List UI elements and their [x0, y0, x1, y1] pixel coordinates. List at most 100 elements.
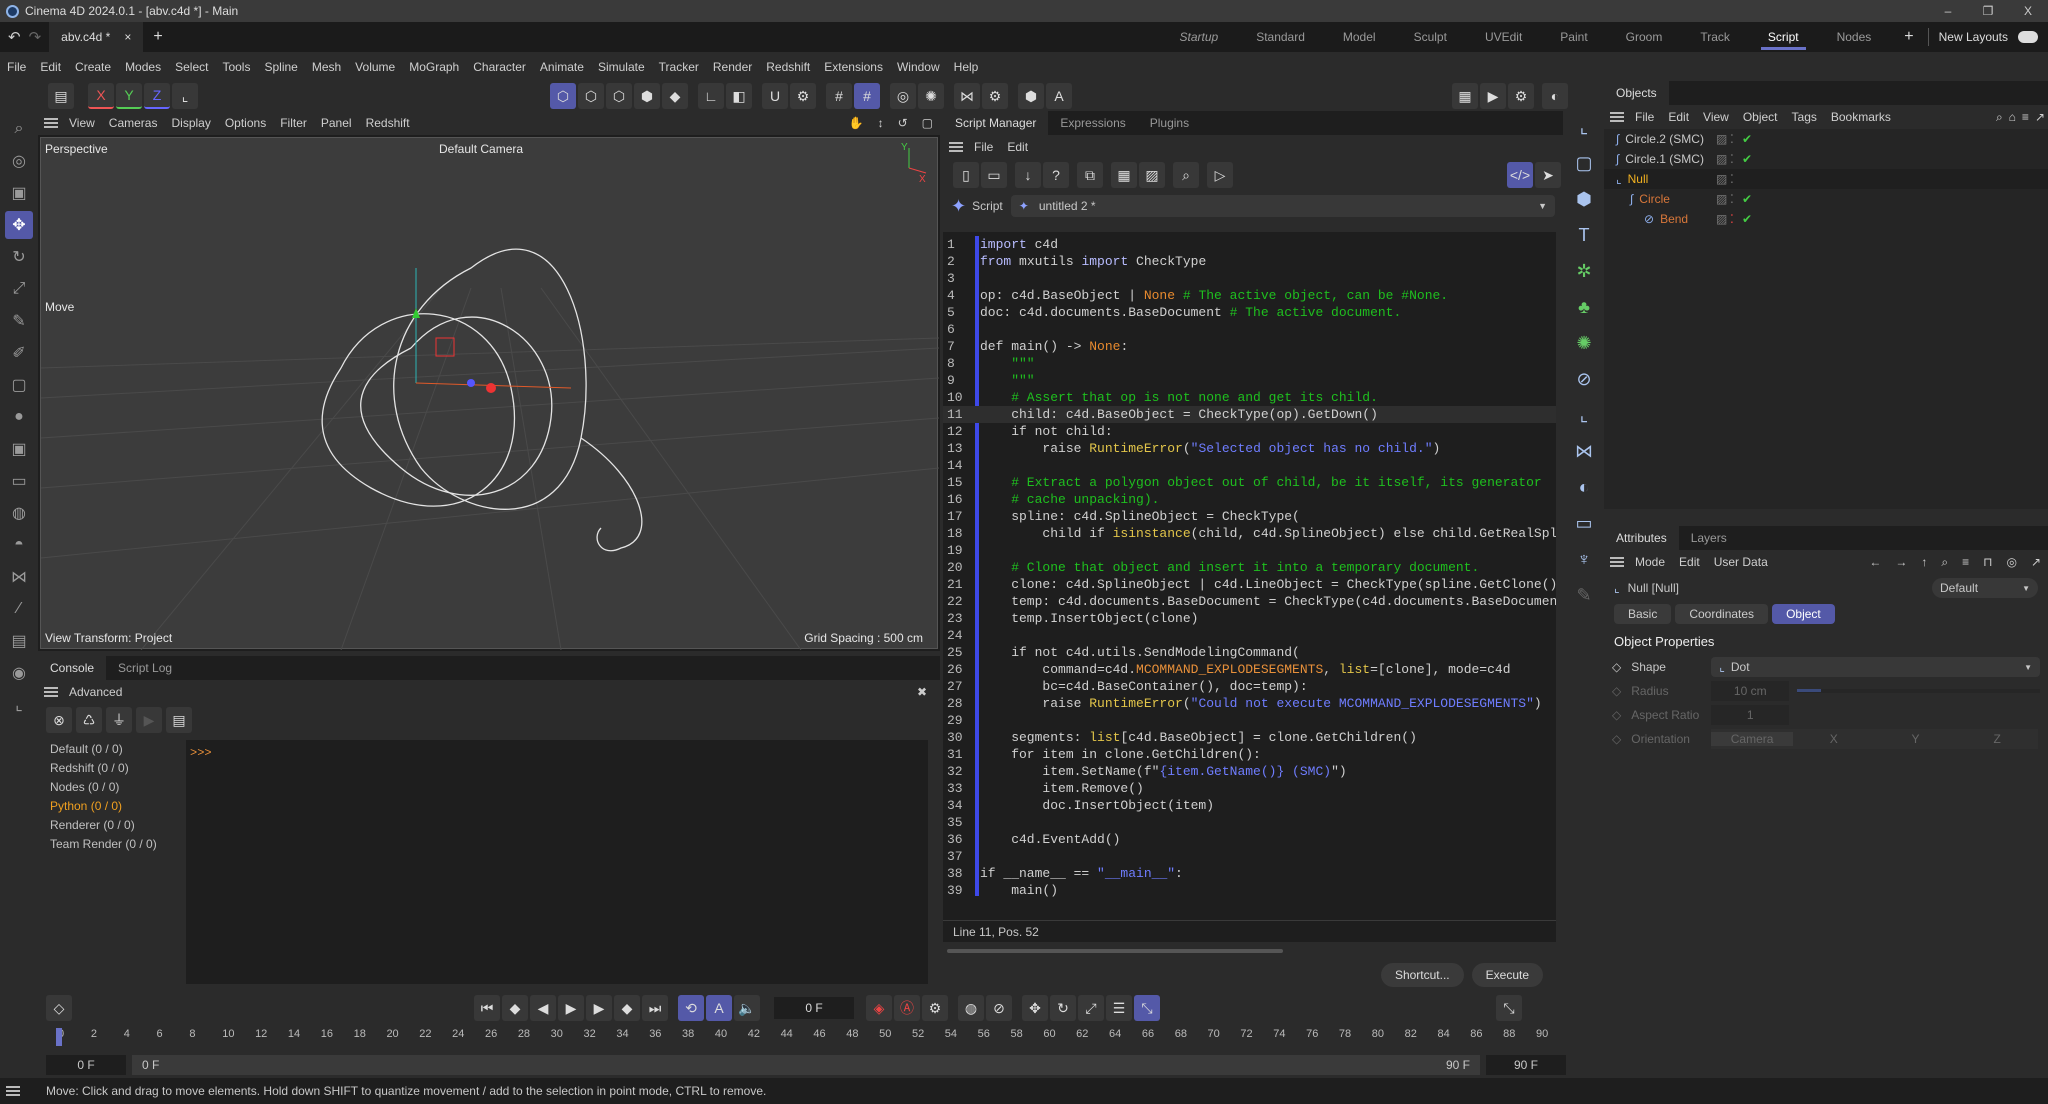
object-name[interactable]: Circle.2 (SMC): [1625, 132, 1704, 146]
key-settings-icon[interactable]: ⚙: [922, 995, 948, 1021]
previous-key-icon[interactable]: ◆: [502, 995, 528, 1021]
light-icon[interactable]: ♆: [1570, 549, 1598, 577]
robot-icon[interactable]: ◍: [5, 499, 33, 527]
visibility-dots-icon[interactable]: ⁚: [1730, 172, 1734, 186]
code-view-icon[interactable]: </>: [1507, 162, 1533, 188]
tab-console[interactable]: Console: [38, 656, 107, 680]
execute-button[interactable]: Execute: [1471, 963, 1543, 987]
help-icon[interactable]: ?: [1043, 162, 1069, 188]
enabled-check-icon[interactable]: ✔: [1742, 152, 1752, 166]
points-mode-icon[interactable]: ⬡: [578, 83, 604, 109]
generator-icon[interactable]: ✲: [1570, 261, 1598, 289]
menu-spline[interactable]: Spline: [257, 60, 304, 74]
viewport-menu-panel[interactable]: Panel: [314, 116, 359, 130]
objects-menu-bookmarks[interactable]: Bookmarks: [1824, 110, 1898, 124]
visibility-dots-icon[interactable]: ⁚: [1730, 152, 1734, 166]
sound-icon[interactable]: 🔈: [734, 995, 760, 1021]
box-icon[interactable]: ▣: [5, 435, 33, 463]
lock-icon[interactable]: ⊓: [1976, 555, 1999, 569]
coordinate-system-icon[interactable]: ⌞: [172, 83, 198, 109]
status-menu-icon[interactable]: [6, 1086, 20, 1096]
search-icon[interactable]: ⌕: [1993, 110, 2006, 125]
object-name[interactable]: Null: [1628, 172, 1649, 186]
menu-redshift[interactable]: Redshift: [759, 60, 817, 74]
objects-menu-view[interactable]: View: [1696, 110, 1736, 124]
workplane-lock-icon[interactable]: #: [854, 83, 880, 109]
layout-tab-nodes[interactable]: Nodes: [1818, 22, 1891, 52]
box-selection-icon[interactable]: ▣: [5, 179, 33, 207]
next-key-icon[interactable]: ◆: [614, 995, 640, 1021]
visibility-dots-icon[interactable]: ⁚: [1730, 132, 1734, 146]
timeline-graph-icon[interactable]: ⤡: [1496, 995, 1522, 1021]
console-menu-advanced[interactable]: Advanced: [62, 685, 129, 699]
text-icon[interactable]: T: [1570, 225, 1598, 253]
objects-menu-tags[interactable]: Tags: [1785, 110, 1824, 124]
shortcut-button[interactable]: Shortcut...: [1380, 963, 1464, 987]
attr-page-object[interactable]: Object: [1772, 604, 1835, 624]
menu-tracker[interactable]: Tracker: [652, 60, 706, 74]
layout-tab-startup[interactable]: Startup: [1160, 22, 1237, 52]
menu-simulate[interactable]: Simulate: [591, 60, 652, 74]
grid-icon[interactable]: #: [826, 83, 852, 109]
playhead[interactable]: [56, 1028, 62, 1046]
up-arrow-icon[interactable]: ↑: [1914, 555, 1934, 569]
tab-attributes[interactable]: Attributes: [1604, 526, 1679, 550]
new-window-icon[interactable]: ↗: [2032, 110, 2048, 124]
clear-console-icon[interactable]: ✖: [910, 685, 934, 699]
range-slider[interactable]: 0 F 90 F: [132, 1055, 1480, 1075]
console-filter-item[interactable]: Renderer (0 / 0): [38, 816, 178, 835]
object-name[interactable]: Circle: [1639, 192, 1670, 206]
viewport-menu-options[interactable]: Options: [218, 116, 273, 130]
tab-expressions[interactable]: Expressions: [1048, 111, 1137, 135]
shape-dropdown[interactable]: ⌞ Dot ▼: [1711, 657, 2040, 677]
back-arrow-icon[interactable]: ←: [1862, 555, 1888, 569]
visibility-dots-icon[interactable]: ⁚: [1730, 192, 1734, 206]
viewport-menu-view[interactable]: View: [62, 116, 102, 130]
axis-mode-icon[interactable]: ∟: [698, 83, 724, 109]
environment-icon[interactable]: ◐: [1570, 477, 1598, 505]
render-to-picture-viewer-icon[interactable]: ▶: [1480, 83, 1506, 109]
document-icon[interactable]: ▤: [166, 707, 192, 733]
object-name[interactable]: Circle.1 (SMC): [1625, 152, 1704, 166]
live-selection-icon[interactable]: ◎: [5, 147, 33, 175]
menu-animate[interactable]: Animate: [533, 60, 591, 74]
soft-selection-icon[interactable]: ◎: [890, 83, 916, 109]
plug-icon[interactable]: ⏚: [106, 707, 132, 733]
search-icon[interactable]: ⌕: [5, 115, 33, 143]
radius-slider[interactable]: [1797, 689, 2040, 693]
tab-plugins[interactable]: Plugins: [1138, 111, 1201, 135]
radius-field[interactable]: 10 cm: [1711, 681, 1790, 701]
attributes-menu-mode[interactable]: Mode: [1628, 555, 1672, 569]
pan-view-icon[interactable]: ✋: [842, 116, 871, 130]
search-icon[interactable]: ⌕: [1934, 555, 1955, 570]
console-filter-item[interactable]: Nodes (0 / 0): [38, 778, 178, 797]
render-view-icon[interactable]: ⬢: [1018, 83, 1044, 109]
menu-create[interactable]: Create: [68, 60, 118, 74]
menu-mesh[interactable]: Mesh: [305, 60, 348, 74]
attributes-menu-user-data[interactable]: User Data: [1707, 555, 1775, 569]
layout-tab-track[interactable]: Track: [1681, 22, 1749, 52]
keyframe-diamond-icon[interactable]: ◇: [1612, 660, 1621, 674]
brush-icon[interactable]: ✐: [5, 339, 33, 367]
layer-toggle-icon[interactable]: ▨: [1716, 192, 1727, 206]
objects-menu-edit[interactable]: Edit: [1661, 110, 1696, 124]
tab-objects[interactable]: Objects: [1604, 81, 1669, 105]
y-axis-lock-button[interactable]: Y: [116, 83, 142, 109]
menu-extensions[interactable]: Extensions: [817, 60, 890, 74]
orientation-option-x[interactable]: X: [1793, 732, 1875, 746]
code-editor[interactable]: 1 import c4d 2 from mxutils import CheckTyp…: [943, 232, 1556, 920]
new-layouts-toggle[interactable]: [2018, 31, 2038, 43]
record-keys-icon[interactable]: ◈: [866, 995, 892, 1021]
cloner-icon[interactable]: ♣: [1570, 297, 1598, 325]
y-arrow-icon[interactable]: [412, 308, 420, 318]
script-menu-icon[interactable]: [949, 142, 963, 152]
measure-icon[interactable]: ⌞: [5, 691, 33, 719]
home-icon[interactable]: ⌂: [2006, 110, 2019, 124]
browse-folder-icon[interactable]: ⌕: [1173, 162, 1199, 188]
autokey-icon[interactable]: Ⓐ: [894, 995, 920, 1021]
snap-icon[interactable]: U: [762, 83, 788, 109]
image-icon[interactable]: ▨: [1139, 162, 1165, 188]
minimize-button[interactable]: –: [1928, 4, 1968, 18]
viewport-canvas[interactable]: XY Perspective Default Camera Move View …: [40, 137, 940, 651]
enabled-check-icon[interactable]: ✔: [1742, 212, 1752, 226]
